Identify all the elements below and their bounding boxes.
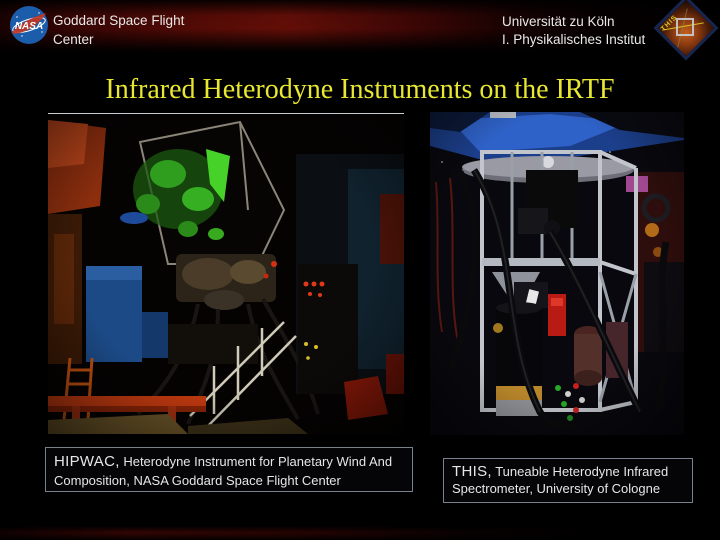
hipwac-caption: HIPWAC, Heterodyne Instrument for Planet… [45, 447, 413, 492]
this-logo-icon: THIS [654, 0, 712, 53]
caption-lead: HIPWAC, [54, 453, 120, 470]
hipwac-photo [48, 113, 404, 434]
left-org-text: Goddard Space Flight Center [53, 11, 184, 49]
nasa-logo-text: NASA [15, 21, 43, 32]
org-text-line: Goddard Space Flight [53, 11, 184, 30]
this-logo-reticle [676, 18, 694, 36]
caption-lead: THIS, [452, 463, 492, 480]
right-org-text: Universität zu Köln I. Physikalisches In… [502, 13, 645, 49]
nasa-logo-icon: NASA [9, 5, 49, 45]
this-photo [430, 112, 684, 435]
this-caption: THIS, Tuneable Heterodyne Infrared Spect… [443, 458, 693, 503]
org-text-line: I. Physikalisches Institut [502, 31, 645, 49]
org-text-line: Center [53, 30, 184, 49]
footer-bar [0, 527, 720, 540]
org-text-line: Universität zu Köln [502, 13, 645, 31]
slide-title: Infrared Heterodyne Instruments on the I… [0, 74, 720, 106]
slide: NASA Goddard Space Flight Center Univers… [0, 0, 720, 540]
